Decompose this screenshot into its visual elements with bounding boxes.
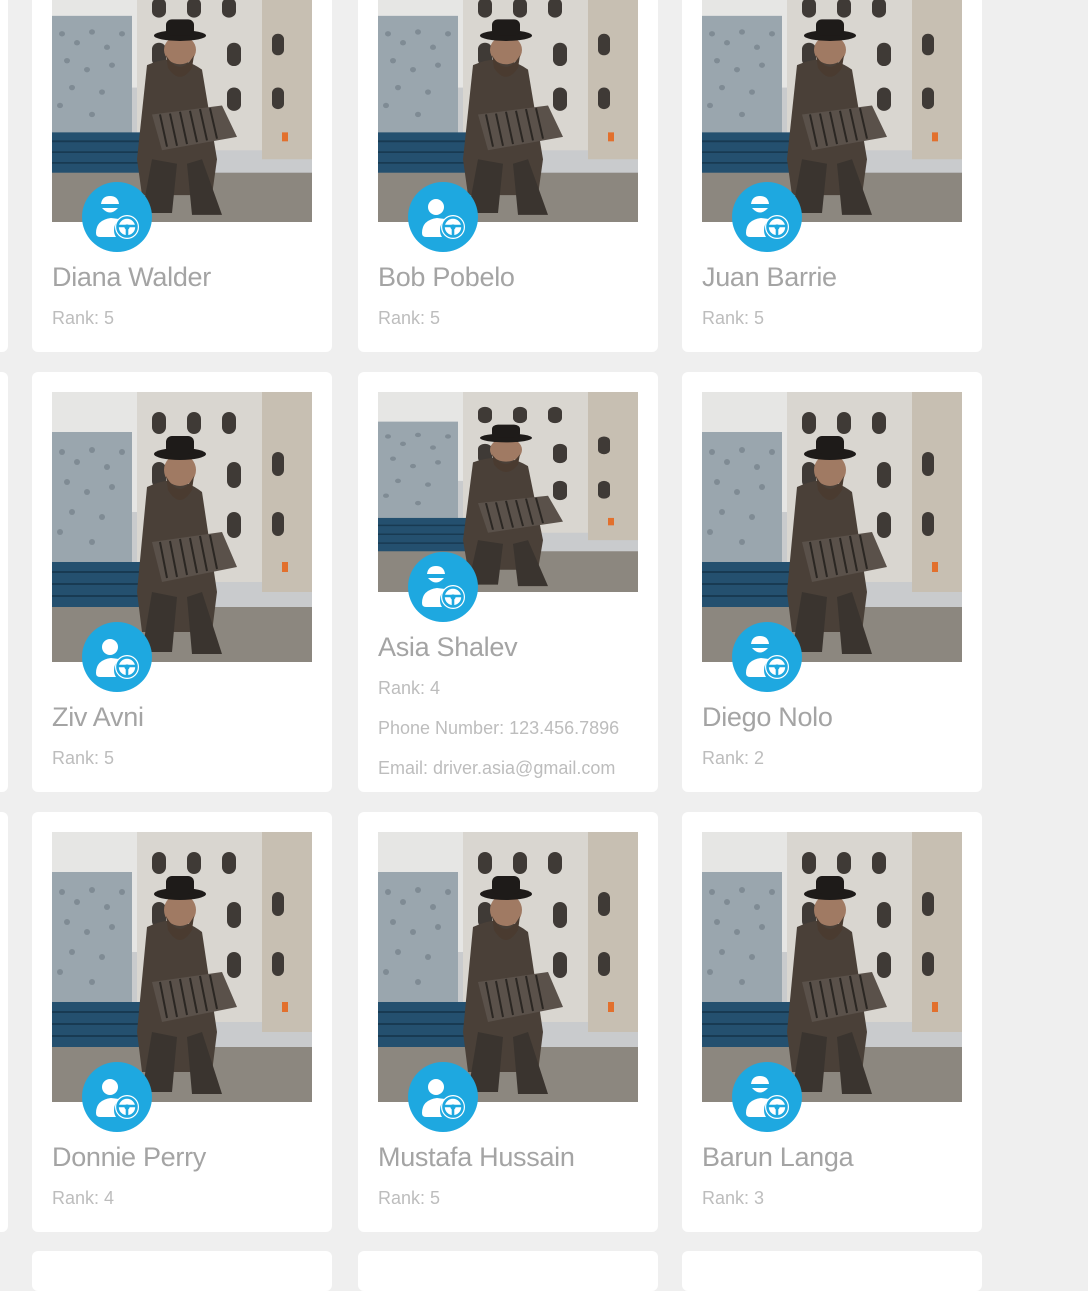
partial-card-left xyxy=(0,812,8,1232)
driver-hat-icon xyxy=(82,182,152,252)
driver-name: Juan Barrie xyxy=(702,262,837,292)
driver-hat-icon xyxy=(732,182,802,252)
driver-card[interactable]: Mustafa Hussain Rank: 5 xyxy=(358,812,658,1232)
driver-card[interactable]: Diana Walder Rank: 5 xyxy=(32,0,332,352)
driver-rank: Rank: 3 xyxy=(702,1188,765,1208)
driver-hat-icon xyxy=(732,622,802,692)
driver-card[interactable]: Asia Shalev Rank: 4 Phone Number: 123.45… xyxy=(358,372,658,792)
driver-icon xyxy=(408,1062,478,1132)
driver-rank: Rank: 5 xyxy=(702,308,765,328)
driver-rank: Rank: 2 xyxy=(702,748,765,768)
driver-rank: Rank: 5 xyxy=(378,308,441,328)
driver-name: Ziv Avni xyxy=(52,702,144,732)
driver-icon xyxy=(408,182,478,252)
driver-rank: Rank: 5 xyxy=(378,1188,441,1208)
partial-card-bottom xyxy=(358,1251,658,1291)
partial-card-left xyxy=(0,372,8,792)
driver-card[interactable]: Diego Nolo Rank: 2 xyxy=(682,372,982,792)
driver-card[interactable]: Bob Pobelo Rank: 5 xyxy=(358,0,658,352)
partial-card-bottom xyxy=(682,1251,982,1291)
driver-icon xyxy=(82,622,152,692)
driver-icon xyxy=(82,1062,152,1132)
driver-name: Diana Walder xyxy=(52,262,211,292)
driver-name: Diego Nolo xyxy=(702,702,833,732)
partial-card-bottom xyxy=(32,1251,332,1291)
driver-phone: Phone Number: 123.456.7896 xyxy=(378,718,620,738)
driver-rank: Rank: 4 xyxy=(52,1188,115,1208)
partial-card-left xyxy=(0,0,8,352)
driver-name: Mustafa Hussain xyxy=(378,1142,575,1172)
driver-name: Donnie Perry xyxy=(52,1142,206,1172)
driver-hat-icon xyxy=(732,1062,802,1132)
driver-card[interactable]: Barun Langa Rank: 3 xyxy=(682,812,982,1232)
driver-rank: Rank: 5 xyxy=(52,308,115,328)
driver-hat-icon xyxy=(408,552,478,622)
driver-card[interactable]: Ziv Avni Rank: 5 xyxy=(32,372,332,792)
driver-card[interactable]: Juan Barrie Rank: 5 xyxy=(682,0,982,352)
driver-name: Barun Langa xyxy=(702,1142,854,1172)
driver-rank: Rank: 4 xyxy=(378,678,441,698)
driver-card[interactable]: Donnie Perry Rank: 4 xyxy=(32,812,332,1232)
driver-email: Email: driver.asia@gmail.com xyxy=(378,758,616,778)
driver-name: Bob Pobelo xyxy=(378,262,515,292)
driver-name: Asia Shalev xyxy=(378,632,518,662)
driver-rank: Rank: 5 xyxy=(52,748,115,768)
